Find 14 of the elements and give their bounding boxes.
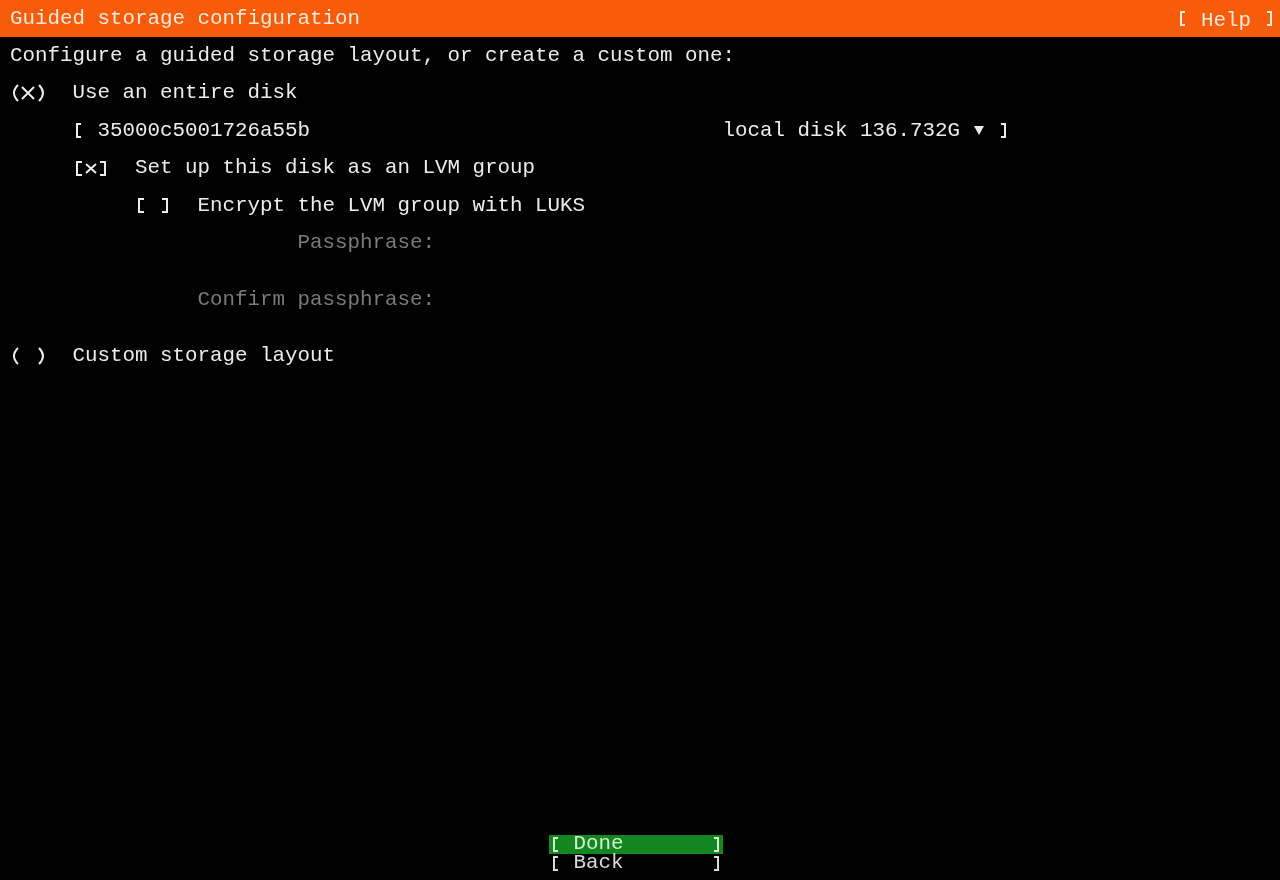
caret-icon xyxy=(973,126,984,136)
footer-button[interactable]: Done xyxy=(548,835,724,854)
radio-option[interactable]: Use an entire disk xyxy=(10,83,298,104)
instruction-text: Configure a guided storage layout, or create a custom one: xyxy=(10,45,735,66)
radio-option[interactable]: Custom storage layout xyxy=(10,345,335,366)
screen-title: Guided storage configuration xyxy=(10,8,360,29)
checkbox-option[interactable]: Set up this disk as an LVM group xyxy=(72,158,535,179)
checkbox-icon[interactable] xyxy=(76,160,106,176)
radio-icon[interactable] xyxy=(12,346,45,365)
field-label: Confirm passphrase: xyxy=(197,289,435,310)
checkbox-icon[interactable] xyxy=(138,198,169,214)
radio-icon[interactable] xyxy=(12,84,45,103)
field-label: Passphrase: xyxy=(297,233,435,254)
checkbox-option[interactable]: Encrypt the LVM group with LUKS xyxy=(135,195,585,216)
